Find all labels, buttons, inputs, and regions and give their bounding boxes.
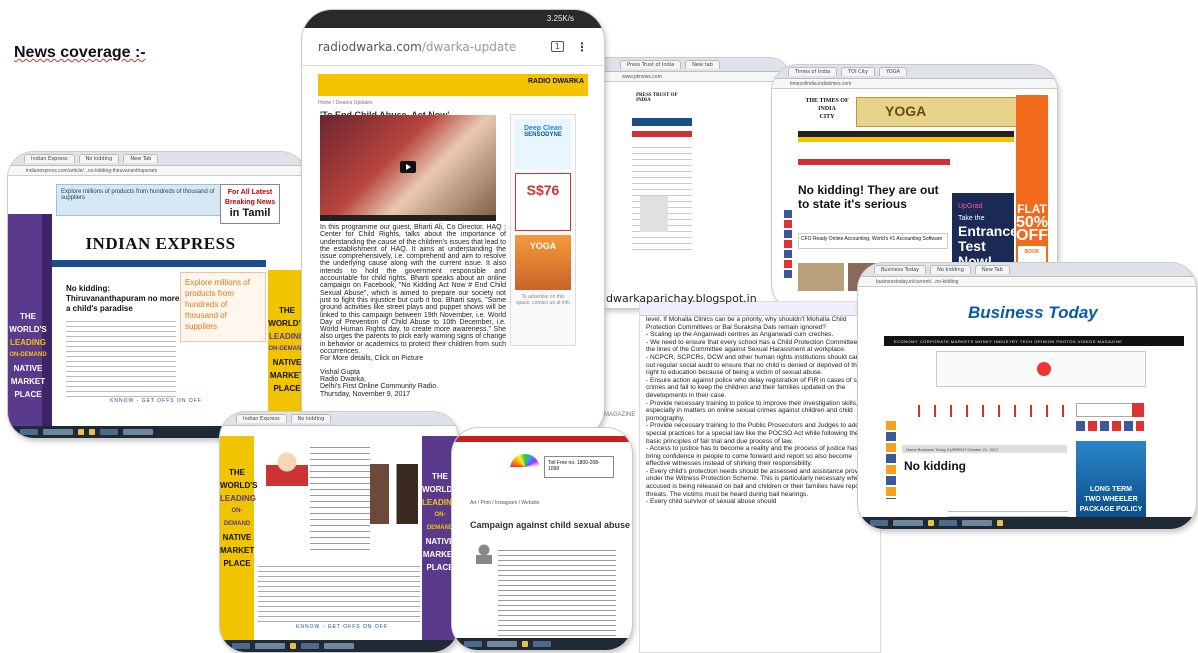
bt-headline[interactable]: No kidding <box>904 459 966 473</box>
top-banner-ad[interactable]: Explore millions of products from hundre… <box>56 184 228 216</box>
advertise-note: To advertise on this space, contact us a… <box>516 294 570 306</box>
yoga-ad[interactable]: YOGA <box>515 235 571 290</box>
taskbar <box>452 638 632 650</box>
radiodwarka-screenshot: 3.25K/s radiodwarka.com/dwarka-update 1 ⋮ … <box>302 10 604 438</box>
indian-express-screenshot-2: Indian Express No kidding KNNOW - GET OFF… <box>220 412 458 652</box>
ie-masthead[interactable]: INDIAN EXPRESS <box>58 234 263 254</box>
blog-url[interactable]: dwarkaparichay.blogspot.in <box>606 292 757 305</box>
search-input[interactable] <box>1076 403 1144 417</box>
product-ad[interactable] <box>370 464 418 524</box>
sensodyne-ad[interactable]: Deep Clean SENSODYNE <box>515 119 571 169</box>
campaign-screenshot: Toll Free no. 1800-208-1098 Art / Print … <box>452 428 632 650</box>
campaign-text <box>498 546 616 636</box>
pti-masthead: PRESS TRUST OF INDIA <box>636 93 678 103</box>
left-promo-text[interactable]: THE WORLD'S LEADING ON-DEMAND NATIVE MARKET PL… <box>220 466 257 570</box>
ncpcr-article: level. If Mohalla Clinics can be a prior… <box>640 302 880 652</box>
section-label: Art / Print / Instagram / Website <box>470 500 540 506</box>
breadcrumb: Home Business Today CURRENT October 21, … <box>902 445 1067 453</box>
ie-ad-box[interactable]: Explore millions of products from hundre… <box>180 272 266 342</box>
taskbar <box>220 640 458 652</box>
helpline-ad[interactable]: Toll Free no. 1800-208-1098 <box>544 456 614 478</box>
right-promo-text[interactable]: THE WORLD'S LEADING ON-DEMAND NATIVE MARKET PL… <box>268 304 306 395</box>
pti-screenshot: Press Trust of India New tab www.ptinews.… <box>604 58 788 308</box>
toi-breaking-bar <box>798 159 950 165</box>
pti-image <box>640 196 668 232</box>
bt-menu[interactable] <box>904 405 1064 417</box>
address-bar: www.ptinews.com <box>604 72 788 82</box>
page-title: News coverage :- <box>14 44 146 61</box>
address-bar[interactable]: businesstoday.in/current/...no-kidding <box>858 277 1196 287</box>
share-icons[interactable] <box>886 421 896 499</box>
two-wheeler-ad[interactable]: LONG TERM TWO WHEELER PACKAGE POLICY <box>1076 441 1146 521</box>
play-icon[interactable] <box>400 161 416 173</box>
toi-thumb-1[interactable] <box>798 263 844 291</box>
status-bar: 3.25K/s <box>302 10 604 28</box>
toi-ad-lead[interactable]: CFO Ready Online Accounting. World's #1 … <box>798 233 948 249</box>
article-body: In this programme our guest, Bharti Ali,… <box>320 224 506 398</box>
indian-express-screenshot: Indian Express No kidding New Tab indianex… <box>8 152 306 438</box>
radio-header: RADIO DWARKA <box>318 74 588 96</box>
address-bar: timesofindia.indiatimes.com <box>772 79 1057 89</box>
share-icons[interactable] <box>784 210 792 280</box>
campaign-title[interactable]: Campaign against child sexual abuse <box>470 520 630 530</box>
article-list <box>310 442 370 554</box>
business-today-screenshot: Business Today No kidding New Tab business… <box>858 263 1196 529</box>
ie-footer-link[interactable]: KNNOW - GET OFFS ON OFF <box>96 398 216 404</box>
price-ad[interactable]: S$76 <box>515 173 571 231</box>
magazine-label: MAGAZINE <box>604 412 636 418</box>
tabs-icon[interactable]: 1 <box>550 41 564 52</box>
address-bar[interactable]: indianexpress.com/article/...no-kidding-… <box>8 166 306 176</box>
toi-headline[interactable]: No kidding! They are out to state it's s… <box>798 183 953 211</box>
ad-column: Deep Clean SENSODYNE S$76 YOGA To adverti… <box>510 114 576 346</box>
author-icon <box>476 544 492 564</box>
bt-nav[interactable]: ECONOMY CORPORATE MARKETS MONEY INDUSTRY… <box>884 336 1184 346</box>
breadcrumb[interactable]: Home / Dwarka Updates <box>318 100 588 106</box>
ie-headline[interactable]: No kidding: Thiruvananthapuram no more a… <box>66 284 186 314</box>
bt-masthead[interactable]: Business Today <box>968 303 1098 323</box>
toi-masthead: THE TIMES OF INDIA CITY <box>805 98 849 120</box>
video-player[interactable] <box>320 115 496 221</box>
taskbar <box>858 517 1196 529</box>
tamil-news-ad[interactable]: For All Latest Breaking News in Tamil <box>220 184 280 224</box>
left-promo-text[interactable]: THE WORLD'S LEADING ON-DEMAND NATIVE MARKET PL… <box>8 310 48 401</box>
cartoon-image <box>266 444 308 504</box>
radio-logo[interactable]: RADIO DWARKA <box>528 78 584 85</box>
menu-icon[interactable]: ⋮ <box>576 40 588 54</box>
ncpcr-text: level. If Mohalla Clinics can be a prior… <box>646 316 873 506</box>
url-bar[interactable]: radiodwarka.com/dwarka-update 1 ⋮ <box>302 28 604 66</box>
social-icons[interactable] <box>1076 421 1144 431</box>
ie-article-text <box>66 317 176 397</box>
pti-nav <box>632 118 692 126</box>
video-controls[interactable] <box>320 215 496 221</box>
ie-nav[interactable] <box>52 260 266 267</box>
mag-nav[interactable] <box>452 436 632 442</box>
pti-redbar <box>632 131 692 137</box>
yoga-ad[interactable]: YOGA <box>856 97 1032 127</box>
rainbow-logo <box>510 454 540 480</box>
bt-ad[interactable] <box>936 351 1146 387</box>
footer-link[interactable]: KNNOW - GET OFFS ON OFF <box>272 624 412 630</box>
toi-subnav <box>798 137 1014 142</box>
article-text <box>258 562 420 622</box>
